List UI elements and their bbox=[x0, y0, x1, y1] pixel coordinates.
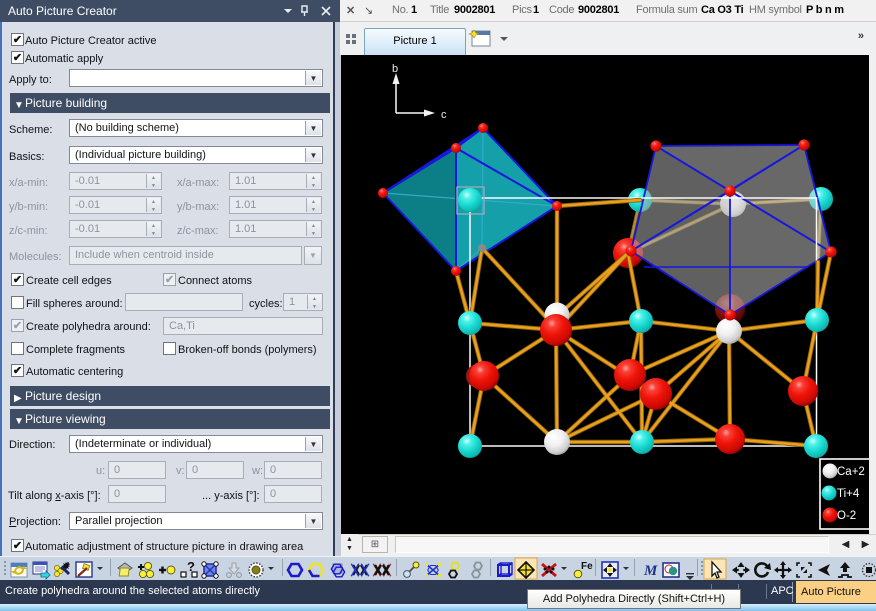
svg-text:M: M bbox=[643, 563, 658, 579]
svg-text:c: c bbox=[441, 109, 447, 121]
svg-text:Ca+2: Ca+2 bbox=[837, 466, 865, 478]
svg-text:Ti+4: Ti+4 bbox=[837, 488, 860, 500]
svg-text:b: b bbox=[392, 63, 398, 75]
svg-text:Fe: Fe bbox=[581, 561, 593, 572]
svg-text:O-2: O-2 bbox=[837, 510, 856, 522]
